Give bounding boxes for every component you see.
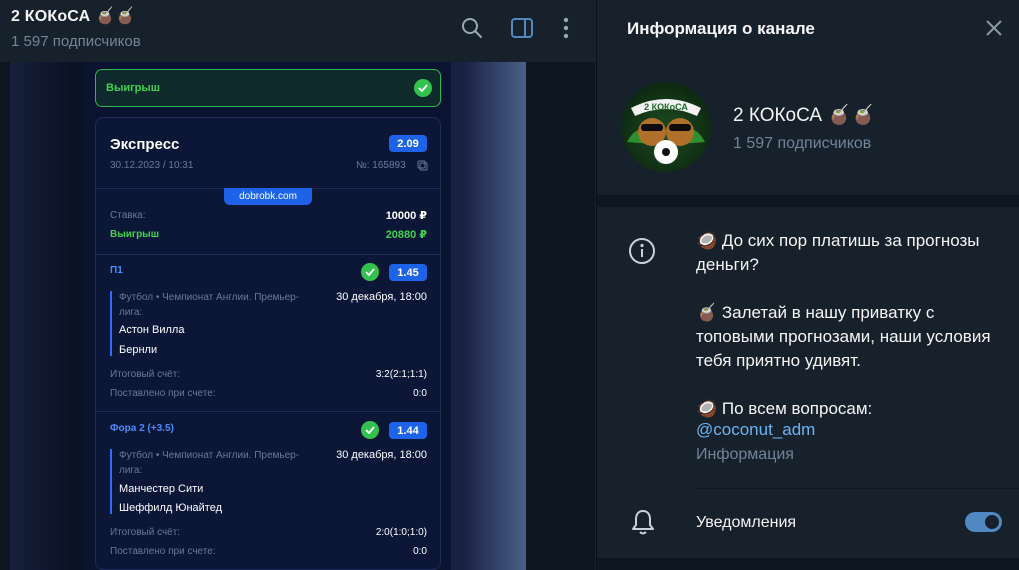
event-league-cont: лига: [119, 465, 143, 476]
event-team-away: Бернли [119, 344, 158, 356]
event-league-cont: лига: [119, 307, 143, 318]
win-value: 20880 ₽ [385, 229, 427, 241]
event-league: Футбол • Чемпионат Англии. Премьер- [119, 292, 300, 303]
divider [96, 411, 440, 412]
channel-description: 🥥 До сих пор платишь за прогнозы деньги?… [696, 231, 991, 418]
placed-at-value: 0:0 [413, 546, 427, 557]
event-team-away: Шеффилд Юнайтед [119, 502, 222, 514]
search-button[interactable] [459, 15, 485, 41]
section-separator [597, 558, 1019, 570]
notifications-label: Уведомления [696, 514, 797, 531]
sidebar-toggle-icon [511, 18, 533, 38]
section-separator [597, 195, 1019, 207]
stake-label: Ставка: [110, 210, 146, 221]
more-menu-button[interactable] [553, 15, 579, 41]
chat-header[interactable]: 2 КОКоСА 🧉🧉 1 597 подписчиков [0, 0, 595, 62]
svg-text:2 КОКоСА: 2 КОКоСА [644, 102, 688, 112]
info-icon [629, 238, 655, 264]
placed-at-label: Поставлено при счете: [110, 388, 216, 399]
event-date: 30 декабря, 18:00 [336, 449, 427, 461]
check-icon [361, 263, 379, 281]
total-odds-badge: 2.09 [389, 135, 427, 152]
bet-number: №: 165893 [356, 160, 406, 171]
avatar-logo: 2 КОКоСА [627, 99, 705, 164]
more-vertical-icon [563, 17, 569, 39]
event-team-home: Манчестер Сити [119, 483, 204, 495]
final-score-value: 3:2(2:1;1:1) [375, 369, 427, 380]
event-date: 30 декабря, 18:00 [336, 291, 427, 303]
divider [96, 254, 440, 255]
event-market: П1 [110, 265, 123, 276]
channel-avatar[interactable]: 2 КОКоСА [621, 82, 711, 172]
bet-type: Экспресс [110, 136, 180, 153]
close-icon[interactable] [983, 17, 1005, 39]
copy-icon[interactable] [417, 160, 428, 171]
win-banner-label: Выигрыш [106, 82, 160, 94]
search-icon [462, 18, 482, 38]
chat-title[interactable]: 2 КОКоСА 🧉🧉 [11, 6, 135, 26]
notifications-toggle[interactable] [965, 512, 1002, 532]
bet-card: Экспресс 2.09 30.12.2023 / 10:31 №: 1658… [95, 117, 441, 570]
watermark-badge: dobrobk.com [224, 188, 312, 205]
check-icon [361, 421, 379, 439]
bell-icon [632, 510, 654, 535]
description-caption: Информация [696, 446, 794, 463]
event-market: Фора 2 (+3.5) [110, 423, 174, 434]
event-league: Футбол • Чемпионат Англии. Премьер- [119, 450, 300, 461]
event-accent-bar [110, 291, 112, 356]
win-label: Выигрыш [110, 229, 160, 240]
channel-name: 2 КОКоСА 🧉🧉 [733, 105, 875, 126]
chat-subscribers-count: 1 597 подписчиков [11, 33, 141, 50]
event-team-home: Астон Вилла [119, 324, 185, 336]
win-banner: Выигрыш [95, 69, 441, 107]
channel-subscribers-count: 1 597 подписчиков [733, 135, 872, 152]
event-odds-badge: 1.44 [389, 422, 427, 439]
placed-at-value: 0:0 [413, 388, 427, 399]
placed-at-label: Поставлено при счете: [110, 546, 216, 557]
event-accent-bar [110, 449, 112, 514]
final-score-label: Итоговый счёт: [110, 369, 181, 380]
final-score-value: 2:0(1:0;1:0) [375, 527, 427, 538]
toggle-info-panel-button[interactable] [509, 15, 535, 41]
bet-datetime: 30.12.2023 / 10:31 [110, 160, 194, 171]
chat-pane: 2 КОКоСА 🧉🧉 1 597 подписчиков Выигрыш Эк… [0, 0, 595, 570]
info-panel-title: Информация о канале [627, 19, 815, 38]
stake-value: 10000 ₽ [385, 210, 427, 222]
admin-username-link[interactable]: @coconut_adm [696, 420, 815, 440]
channel-info-panel: Информация о канале 2 КОКоСА 2 КОКоСА 🧉🧉… [596, 0, 1019, 570]
check-icon [414, 79, 432, 97]
final-score-label: Итоговый счёт: [110, 527, 181, 538]
toggle-knob [983, 513, 1001, 531]
divider [696, 488, 1019, 489]
event-odds-badge: 1.45 [389, 264, 427, 281]
